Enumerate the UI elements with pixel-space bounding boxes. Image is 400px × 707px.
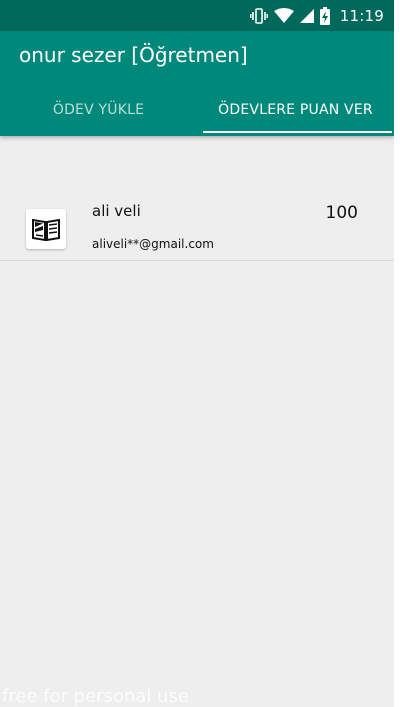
list-item[interactable]: ali veli aliveli**@gmail.com 100 xyxy=(0,184,394,261)
status-bar: 11:19 xyxy=(0,0,394,31)
screen-edge xyxy=(394,0,400,707)
status-icons: 11:19 xyxy=(249,0,384,31)
tab-bar: ÖDEV YÜKLE ÖDEVLERE PUAN VER xyxy=(0,84,394,136)
vibrate-icon xyxy=(249,7,268,24)
tab-odev-yukle[interactable]: ÖDEV YÜKLE xyxy=(0,84,197,136)
tab-odevlere-puan-ver[interactable]: ÖDEVLERE PUAN VER xyxy=(197,84,394,136)
watermark: free for personal use xyxy=(2,686,189,707)
score-value: 100 xyxy=(325,203,358,223)
app-screen: 11:19 onur sezer [Öğretmen] ÖDEV YÜKLE Ö… xyxy=(0,0,394,707)
tab-indicator xyxy=(203,131,392,133)
tab-label: ÖDEVLERE PUAN VER xyxy=(218,102,373,118)
tab-label: ÖDEV YÜKLE xyxy=(52,102,145,118)
wifi-icon xyxy=(273,7,294,24)
battery-charging-icon xyxy=(319,6,330,25)
device-frame: 11:19 onur sezer [Öğretmen] ÖDEV YÜKLE Ö… xyxy=(0,0,400,707)
app-bar: onur sezer [Öğretmen] ÖDEV YÜKLE ÖDEVLER… xyxy=(0,31,394,136)
student-name: ali veli xyxy=(92,202,141,220)
book-icon xyxy=(26,209,66,249)
student-email: aliveli**@gmail.com xyxy=(92,237,214,251)
signal-icon xyxy=(299,8,314,24)
status-time: 11:19 xyxy=(339,6,384,25)
app-title: onur sezer [Öğretmen] xyxy=(19,43,248,67)
student-list: ali veli aliveli**@gmail.com 100 xyxy=(0,184,394,261)
